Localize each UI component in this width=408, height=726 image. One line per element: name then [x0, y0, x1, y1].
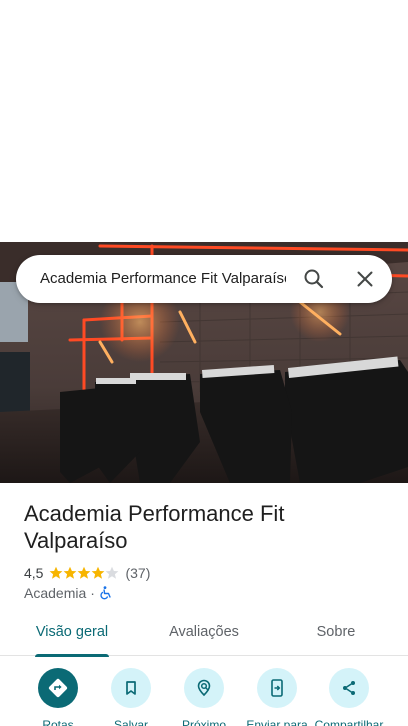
map-area[interactable]: [0, 0, 408, 242]
wheelchair-accessible-icon: [99, 586, 113, 600]
save-button[interactable]: Salvar: [93, 668, 169, 726]
nearby-label: Próximo: [181, 718, 226, 726]
bookmark-icon: [111, 668, 151, 708]
tab-about[interactable]: Sobre: [312, 612, 360, 656]
review-count[interactable]: (37): [125, 565, 150, 581]
directions-button[interactable]: Rotas: [20, 668, 96, 726]
action-bar: Rotas Salvar Próximo Enviar para Compart…: [0, 668, 408, 726]
search-bar[interactable]: Academia Performance Fit Valparaíso: [16, 255, 392, 303]
place-tabs: Visão geral Avaliações Sobre: [0, 612, 408, 657]
search-input[interactable]: Academia Performance Fit Valparaíso: [40, 255, 286, 303]
tab-reviews[interactable]: Avaliações: [164, 612, 244, 656]
category-row: Academia ·: [24, 583, 113, 603]
share-icon: [329, 668, 369, 708]
save-label: Salvar: [113, 718, 148, 726]
tab-overview[interactable]: Visão geral: [35, 612, 109, 657]
close-icon[interactable]: [353, 267, 377, 291]
directions-label: Rotas: [42, 718, 74, 726]
send-to-phone-icon: [257, 668, 297, 708]
place-title: Academia Performance Fit Valparaíso: [24, 501, 285, 553]
send-to-phone-label: Enviar para: [246, 718, 308, 726]
search-icon[interactable]: [302, 267, 326, 291]
send-to-phone-button[interactable]: Enviar para: [239, 668, 315, 726]
place-screen: Academia Performance Fit Valparaíso Acad…: [0, 0, 408, 726]
nearby-button[interactable]: Próximo: [166, 668, 242, 726]
share-button[interactable]: Compartilhar: [311, 668, 387, 726]
rating-value: 4,5: [24, 565, 44, 581]
nearby-icon: [184, 668, 224, 708]
separator: ·: [90, 585, 95, 601]
category-label: Academia: [24, 585, 87, 601]
share-label: Compartilhar: [314, 718, 384, 726]
directions-icon: [38, 668, 78, 708]
star-rating: [49, 566, 119, 580]
rating-row[interactable]: 4,5 (37): [24, 563, 150, 583]
stars-icon: [50, 566, 119, 579]
